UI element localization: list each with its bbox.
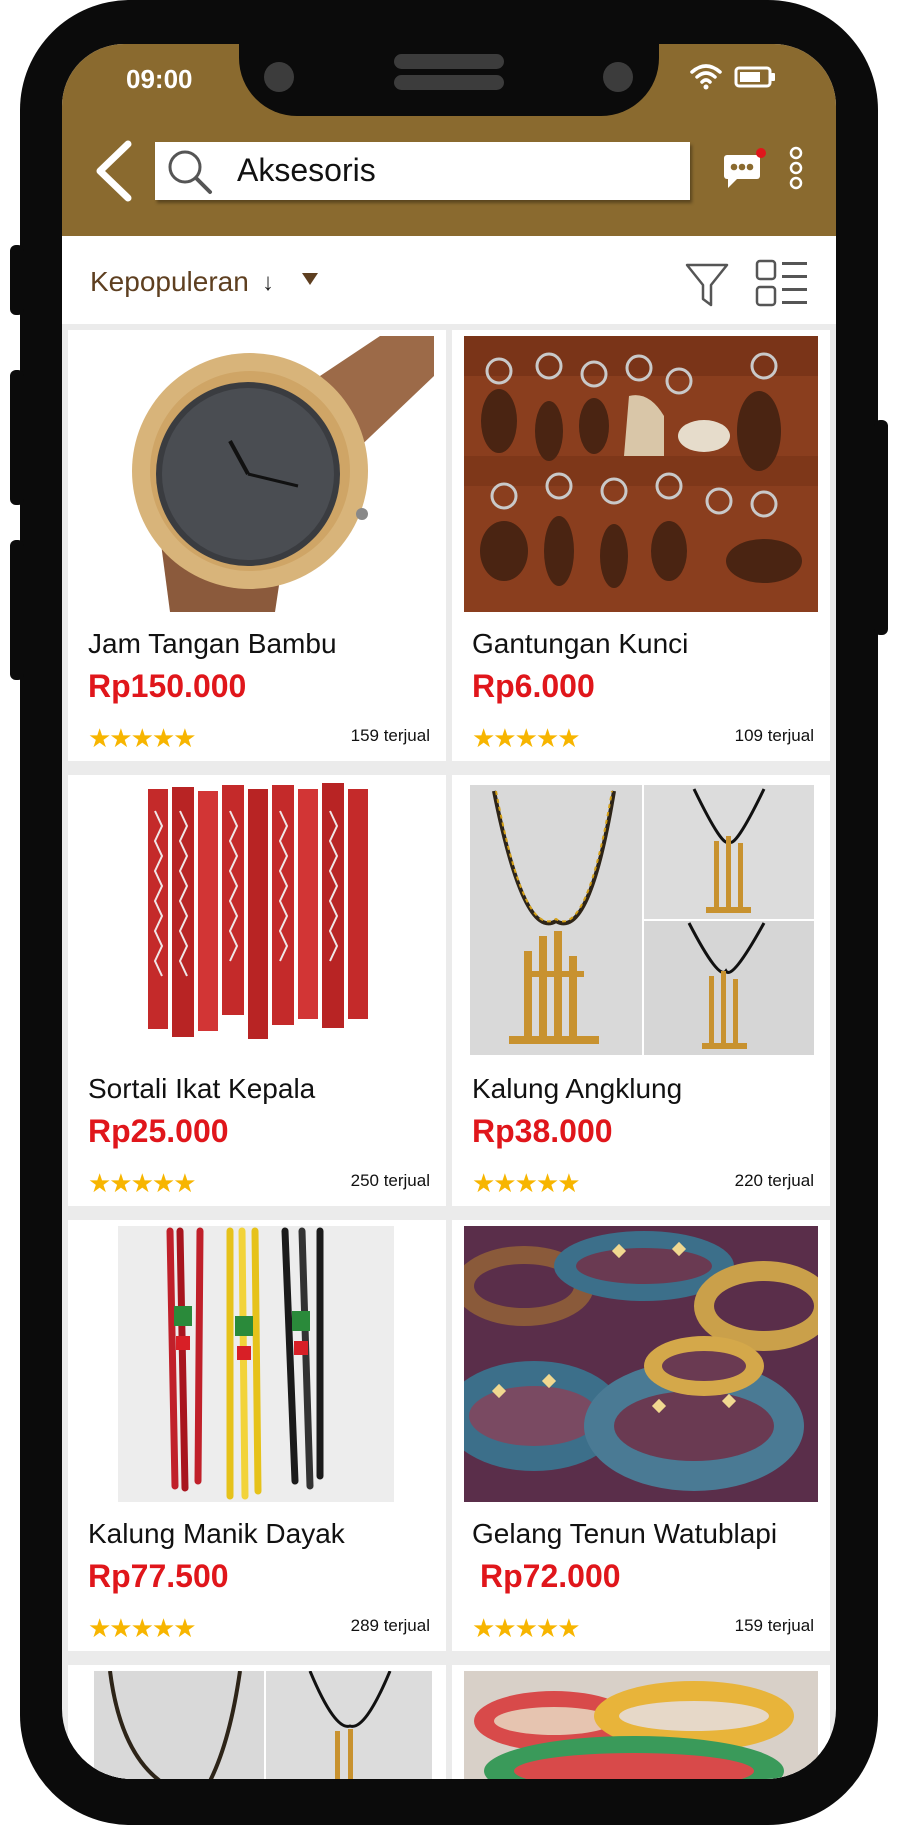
power-button — [874, 420, 888, 635]
product-price: Rp6.000 — [472, 668, 595, 704]
product-name: Sortali Ikat Kepala — [88, 1073, 316, 1104]
face-sensor — [603, 62, 633, 92]
product-card[interactable] — [452, 1665, 830, 1779]
sold-count: 109 terjual — [734, 726, 814, 745]
volume-up-button — [10, 370, 24, 505]
notch — [239, 44, 659, 116]
rating-stars: ★★★★★ — [472, 1613, 581, 1643]
rating-stars: ★★★★★ — [472, 1168, 581, 1198]
volume-down-button — [10, 540, 24, 680]
speaker-grille — [394, 75, 504, 90]
product-card[interactable]: Gelang Tenun Watublapi Rp72.000 ★★★★★ 15… — [452, 1220, 830, 1651]
speaker-grille — [394, 54, 504, 69]
product-image-bamboo-watch — [80, 336, 434, 612]
sold-count: 289 terjual — [350, 1616, 430, 1635]
product-price: Rp77.500 — [88, 1558, 229, 1594]
sort-direction-icon[interactable]: ↓ — [262, 269, 274, 297]
product-card[interactable]: Gantungan Kunci Rp6.000 ★★★★★ 109 terjua… — [452, 330, 830, 761]
caret-down-icon[interactable] — [300, 271, 320, 287]
product-name: Gelang Tenun Watublapi — [472, 1518, 778, 1549]
rating-stars: ★★★★★ — [88, 1168, 197, 1198]
product-image-angklung-necklace — [464, 781, 818, 1057]
chat-icon[interactable] — [720, 146, 770, 192]
battery-icon — [734, 66, 775, 88]
product-price: Rp72.000 — [480, 1558, 621, 1594]
product-image-woven-bracelets — [464, 1226, 818, 1502]
sold-count: 159 terjual — [350, 726, 430, 745]
product-image-headbands — [80, 781, 434, 1057]
top-app-bar: 09:00 Aksesoris — [62, 44, 836, 236]
list-layout-icon[interactable] — [754, 258, 810, 310]
sort-filter-bar: Kepopuleran ↓ — [62, 236, 836, 324]
search-icon — [168, 150, 212, 194]
product-image-angklung-necklace-partial — [80, 1671, 434, 1779]
front-camera — [264, 62, 294, 92]
product-name: Kalung Manik Dayak — [88, 1518, 345, 1549]
product-card[interactable]: Sortali Ikat Kepala Rp25.000 ★★★★★ 250 t… — [68, 775, 446, 1206]
more-vertical-icon[interactable] — [786, 145, 806, 191]
product-card[interactable]: Kalung Manik Dayak Rp77.500 ★★★★★ 289 te… — [68, 1220, 446, 1651]
product-card[interactable] — [68, 1665, 446, 1779]
status-time: 09:00 — [126, 64, 193, 94]
rating-stars: ★★★★★ — [88, 1613, 197, 1643]
product-image-keychains — [464, 336, 818, 612]
product-price: Rp38.000 — [472, 1113, 613, 1149]
sold-count: 159 terjual — [734, 1616, 814, 1635]
wifi-icon — [690, 64, 722, 90]
rating-stars: ★★★★★ — [88, 723, 197, 753]
product-card[interactable]: Jam Tangan Bambu Rp150.000 ★★★★★ 159 ter… — [68, 330, 446, 761]
sold-count: 220 terjual — [734, 1171, 814, 1190]
chevron-left-icon[interactable] — [86, 136, 146, 206]
filter-icon[interactable] — [684, 261, 730, 309]
sold-count: 250 terjual — [350, 1171, 430, 1190]
product-name: Gantungan Kunci — [472, 628, 689, 659]
sort-dropdown[interactable]: Kepopuleran — [90, 266, 249, 298]
product-price: Rp150.000 — [88, 668, 247, 704]
product-name: Jam Tangan Bambu — [88, 628, 337, 659]
product-image-beaded-bracelets-partial — [464, 1671, 818, 1779]
rating-stars: ★★★★★ — [472, 723, 581, 753]
product-card[interactable]: Kalung Angklung Rp38.000 ★★★★★ 220 terju… — [452, 775, 830, 1206]
product-image-beaded-necklace — [80, 1226, 434, 1502]
mute-switch — [10, 245, 24, 315]
search-field[interactable]: Aksesoris — [155, 142, 690, 200]
search-input[interactable]: Aksesoris — [237, 152, 376, 189]
product-price: Rp25.000 — [88, 1113, 229, 1149]
product-name: Kalung Angklung — [472, 1073, 683, 1104]
app-screen: 09:00 Aksesoris Kepopuleran ↓ Jam Tangan… — [62, 44, 836, 1779]
